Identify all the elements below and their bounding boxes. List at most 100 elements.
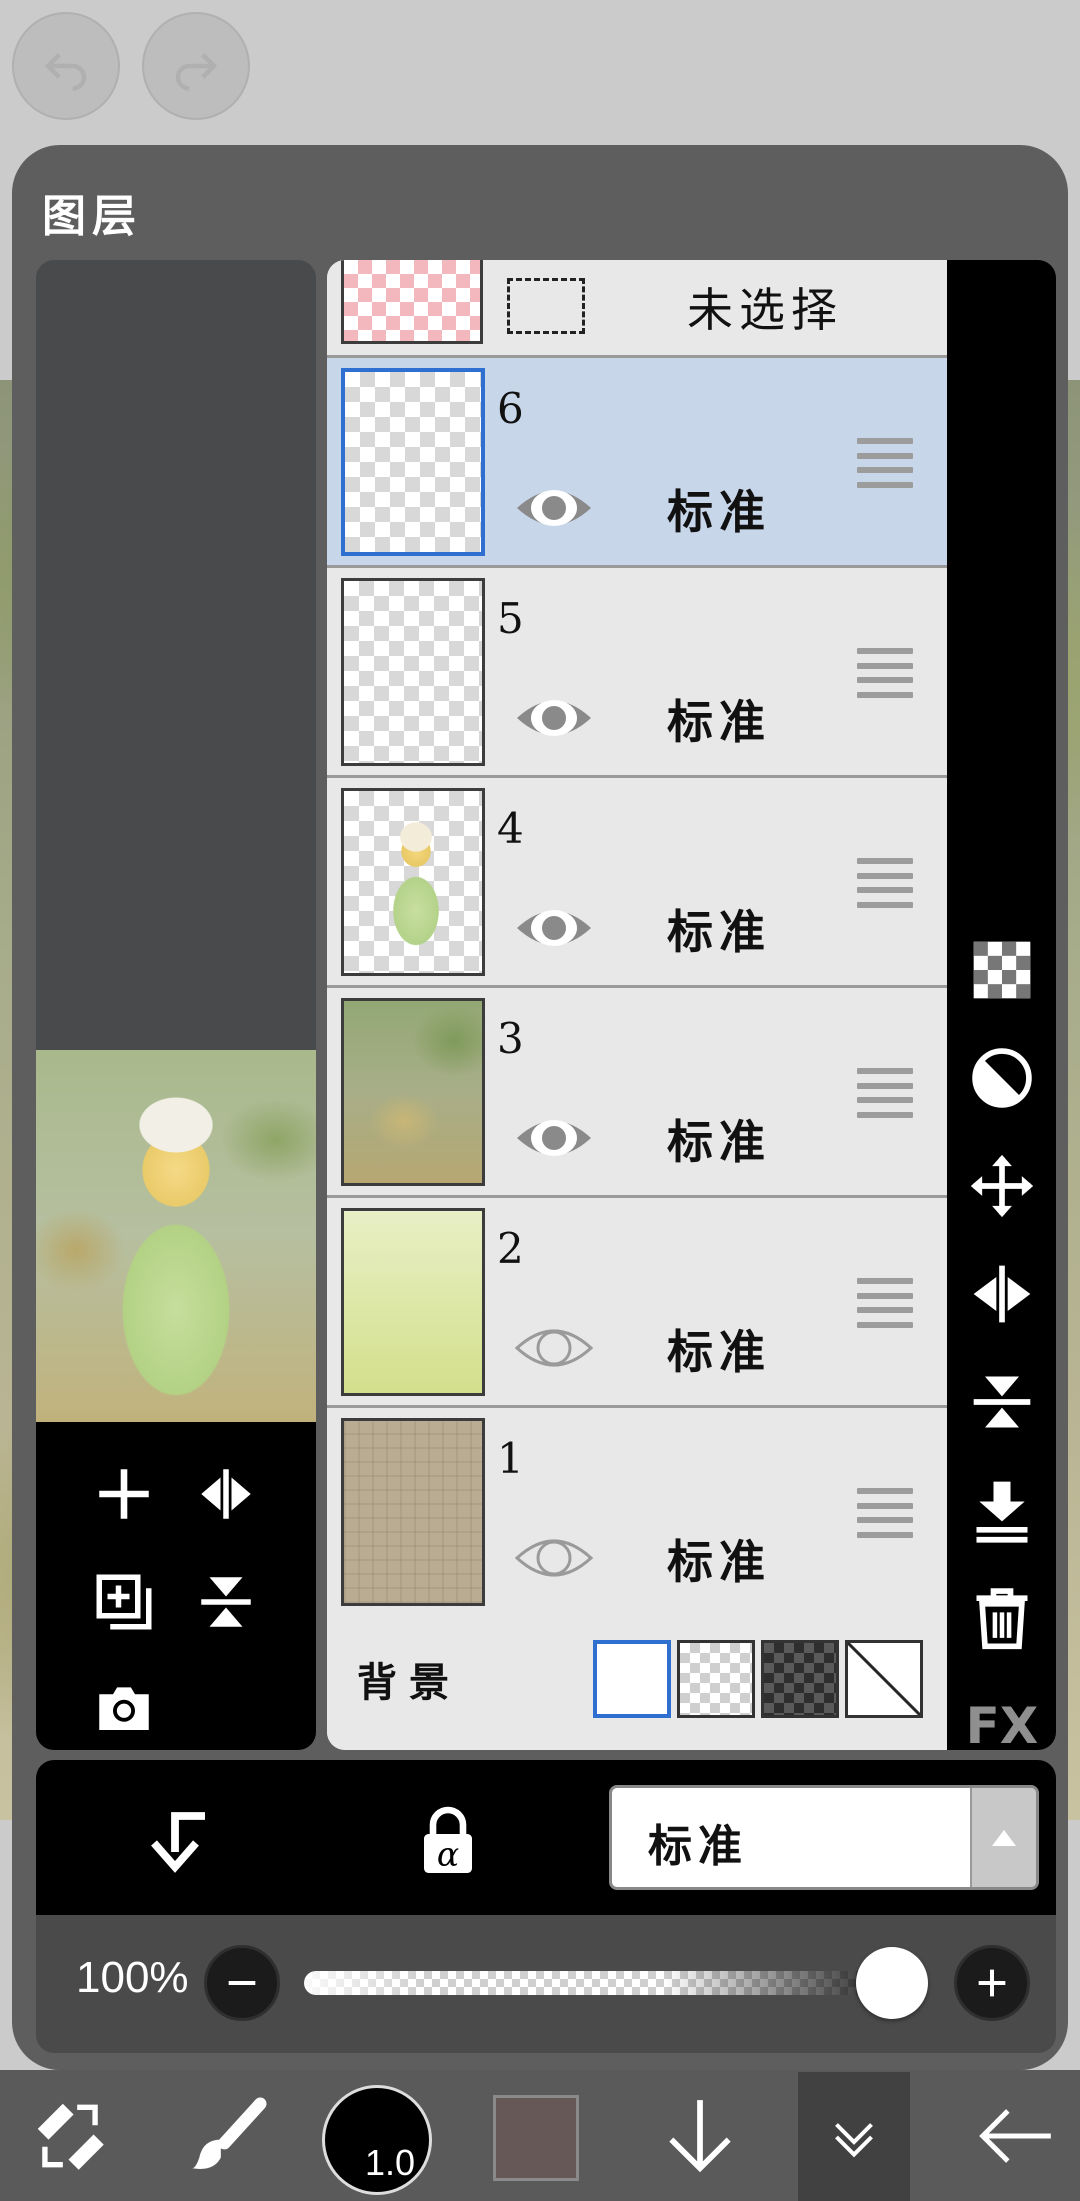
eye-hidden-icon[interactable]: [513, 1318, 595, 1378]
arrow-down-icon: [669, 2099, 731, 2172]
layer-row-1[interactable]: 1 标准: [327, 1408, 947, 1618]
clipping-button[interactable]: [964, 1040, 1040, 1116]
alpha-lock-icon: α: [424, 1806, 472, 1874]
chevron-double-down-icon: [835, 2122, 873, 2157]
opacity-slider-track[interactable]: [304, 1971, 904, 1995]
layer-thumbnail: [341, 788, 485, 976]
svg-text:α: α: [437, 1835, 459, 1874]
tool-switch-button[interactable]: [20, 2070, 120, 2201]
add-layer-button[interactable]: [84, 1454, 164, 1534]
background-label: 背景: [357, 1659, 461, 1706]
eye-visible-icon[interactable]: [513, 688, 595, 748]
opacity-value: 100%: [76, 1953, 189, 2002]
background-none-swatch[interactable]: [845, 1640, 923, 1718]
flip-vertical-icon: [201, 1577, 251, 1627]
layer-number: 3: [497, 1014, 524, 1063]
eye-hidden-icon[interactable]: [513, 1528, 595, 1588]
clipping-arrow-button[interactable]: [131, 1790, 231, 1890]
selection-layer-row[interactable]: 未选择: [327, 260, 947, 358]
layer-number: 6: [497, 384, 524, 433]
drag-handle-icon[interactable]: [857, 438, 913, 488]
layer-number: 5: [497, 594, 524, 643]
layer-blend-mode: 标准: [667, 1535, 771, 1589]
drag-handle-icon[interactable]: [857, 1488, 913, 1538]
drag-handle-icon[interactable]: [857, 858, 913, 908]
drag-handle-icon[interactable]: [857, 1068, 913, 1118]
alpha-lock-button[interactable]: α: [398, 1790, 498, 1890]
opacity-bar: 100%: [36, 1915, 1056, 2053]
collapse-menu-button[interactable]: [798, 2072, 910, 2201]
layer-blend-mode: 标准: [667, 905, 771, 959]
layer-row-5[interactable]: 5 标准: [327, 568, 947, 778]
opacity-slider-knob[interactable]: [856, 1947, 928, 2019]
canvas-preview-image[interactable]: [36, 1050, 316, 1422]
background-row: 背景: [327, 1612, 947, 1750]
selection-marquee-icon: [507, 278, 585, 334]
drag-handle-icon[interactable]: [857, 648, 913, 698]
selection-status: 未选择: [687, 283, 843, 337]
bottom-toolbar: 1.0: [0, 2070, 1080, 2201]
layer-list: 未选择 6 标准 5 标准 4 标准 3 标准 2 标准 1 标准 背景: [327, 260, 947, 1750]
brush-eraser-swap-icon: [37, 2103, 104, 2170]
opacity-increase-button[interactable]: [954, 1945, 1030, 2021]
back-button[interactable]: [960, 2070, 1070, 2201]
merge-down-button[interactable]: [964, 1472, 1040, 1548]
layer-action-bar: α 标准: [36, 1760, 1056, 1915]
eye-visible-icon[interactable]: [513, 478, 595, 538]
flip-vertical-button[interactable]: [964, 1364, 1040, 1440]
drag-handle-icon[interactable]: [857, 1278, 913, 1328]
brush-tool-button[interactable]: [178, 2070, 278, 2201]
layer-row-3[interactable]: 3 标准: [327, 988, 947, 1198]
flip-horizontal-icon: [973, 1265, 1031, 1323]
panel-title: 图层: [42, 191, 142, 242]
layer-row-6[interactable]: 6 标准: [327, 358, 947, 568]
duplicate-icon: [96, 1574, 152, 1630]
current-color-swatch[interactable]: [493, 2095, 579, 2181]
flip-horizontal-preview-button[interactable]: [186, 1454, 266, 1534]
camera-button[interactable]: [84, 1668, 164, 1748]
layer-row-4[interactable]: 4 标准: [327, 778, 947, 988]
flip-horizontal-icon: [201, 1469, 251, 1519]
undo-button[interactable]: [12, 12, 120, 120]
blend-mode-select[interactable]: 标准: [609, 1785, 1039, 1890]
move-layer-button[interactable]: [964, 1148, 1040, 1224]
flip-vertical-icon: [973, 1376, 1031, 1428]
layer-number: 2: [497, 1224, 524, 1273]
merge-down-icon: [976, 1481, 1028, 1543]
fx-button[interactable]: FX: [964, 1688, 1040, 1764]
layer-down-button[interactable]: [650, 2070, 750, 2201]
layer-thumbnail: [341, 998, 485, 1186]
undo-icon: [44, 53, 87, 91]
redo-button[interactable]: [142, 12, 250, 120]
undo-redo-group: [12, 12, 250, 120]
plus-icon: [978, 1969, 1006, 1997]
layer-number: 1: [497, 1434, 524, 1483]
layer-blend-mode: 标准: [667, 485, 771, 539]
flip-horizontal-button[interactable]: [964, 1256, 1040, 1332]
trash-icon: [976, 1588, 1028, 1650]
blend-mode-value: 标准: [648, 1821, 748, 1872]
background-light-checker-swatch[interactable]: [677, 1640, 755, 1718]
delete-layer-button[interactable]: [964, 1580, 1040, 1656]
background-dark-checker-swatch[interactable]: [761, 1640, 839, 1718]
preview-tools: [36, 1422, 316, 1750]
eye-visible-icon[interactable]: [513, 1108, 595, 1168]
layer-thumbnail: [341, 368, 485, 556]
flip-vertical-preview-button[interactable]: [186, 1562, 266, 1642]
layer-row-2[interactable]: 2 标准: [327, 1198, 947, 1408]
transparency-checker-button[interactable]: [964, 932, 1040, 1008]
right-toolbar: FX: [947, 260, 1056, 1863]
fx-label: FX: [965, 1697, 1039, 1755]
background-white-swatch[interactable]: [593, 1640, 671, 1718]
brush-size-value: 1.0: [365, 2142, 416, 2183]
layer-blend-mode: 标准: [667, 1115, 771, 1169]
arrow-left-icon: [979, 2108, 1051, 2163]
duplicate-layer-button[interactable]: [84, 1562, 164, 1642]
layer-preview-column: [36, 260, 316, 1750]
opacity-decrease-button[interactable]: [204, 1945, 280, 2021]
layer-thumbnail: [341, 1418, 485, 1606]
eye-visible-icon[interactable]: [513, 898, 595, 958]
move-arrows-icon: [970, 1154, 1034, 1218]
half-circle-icon: [972, 1048, 1032, 1108]
layer-number: 4: [497, 804, 524, 853]
